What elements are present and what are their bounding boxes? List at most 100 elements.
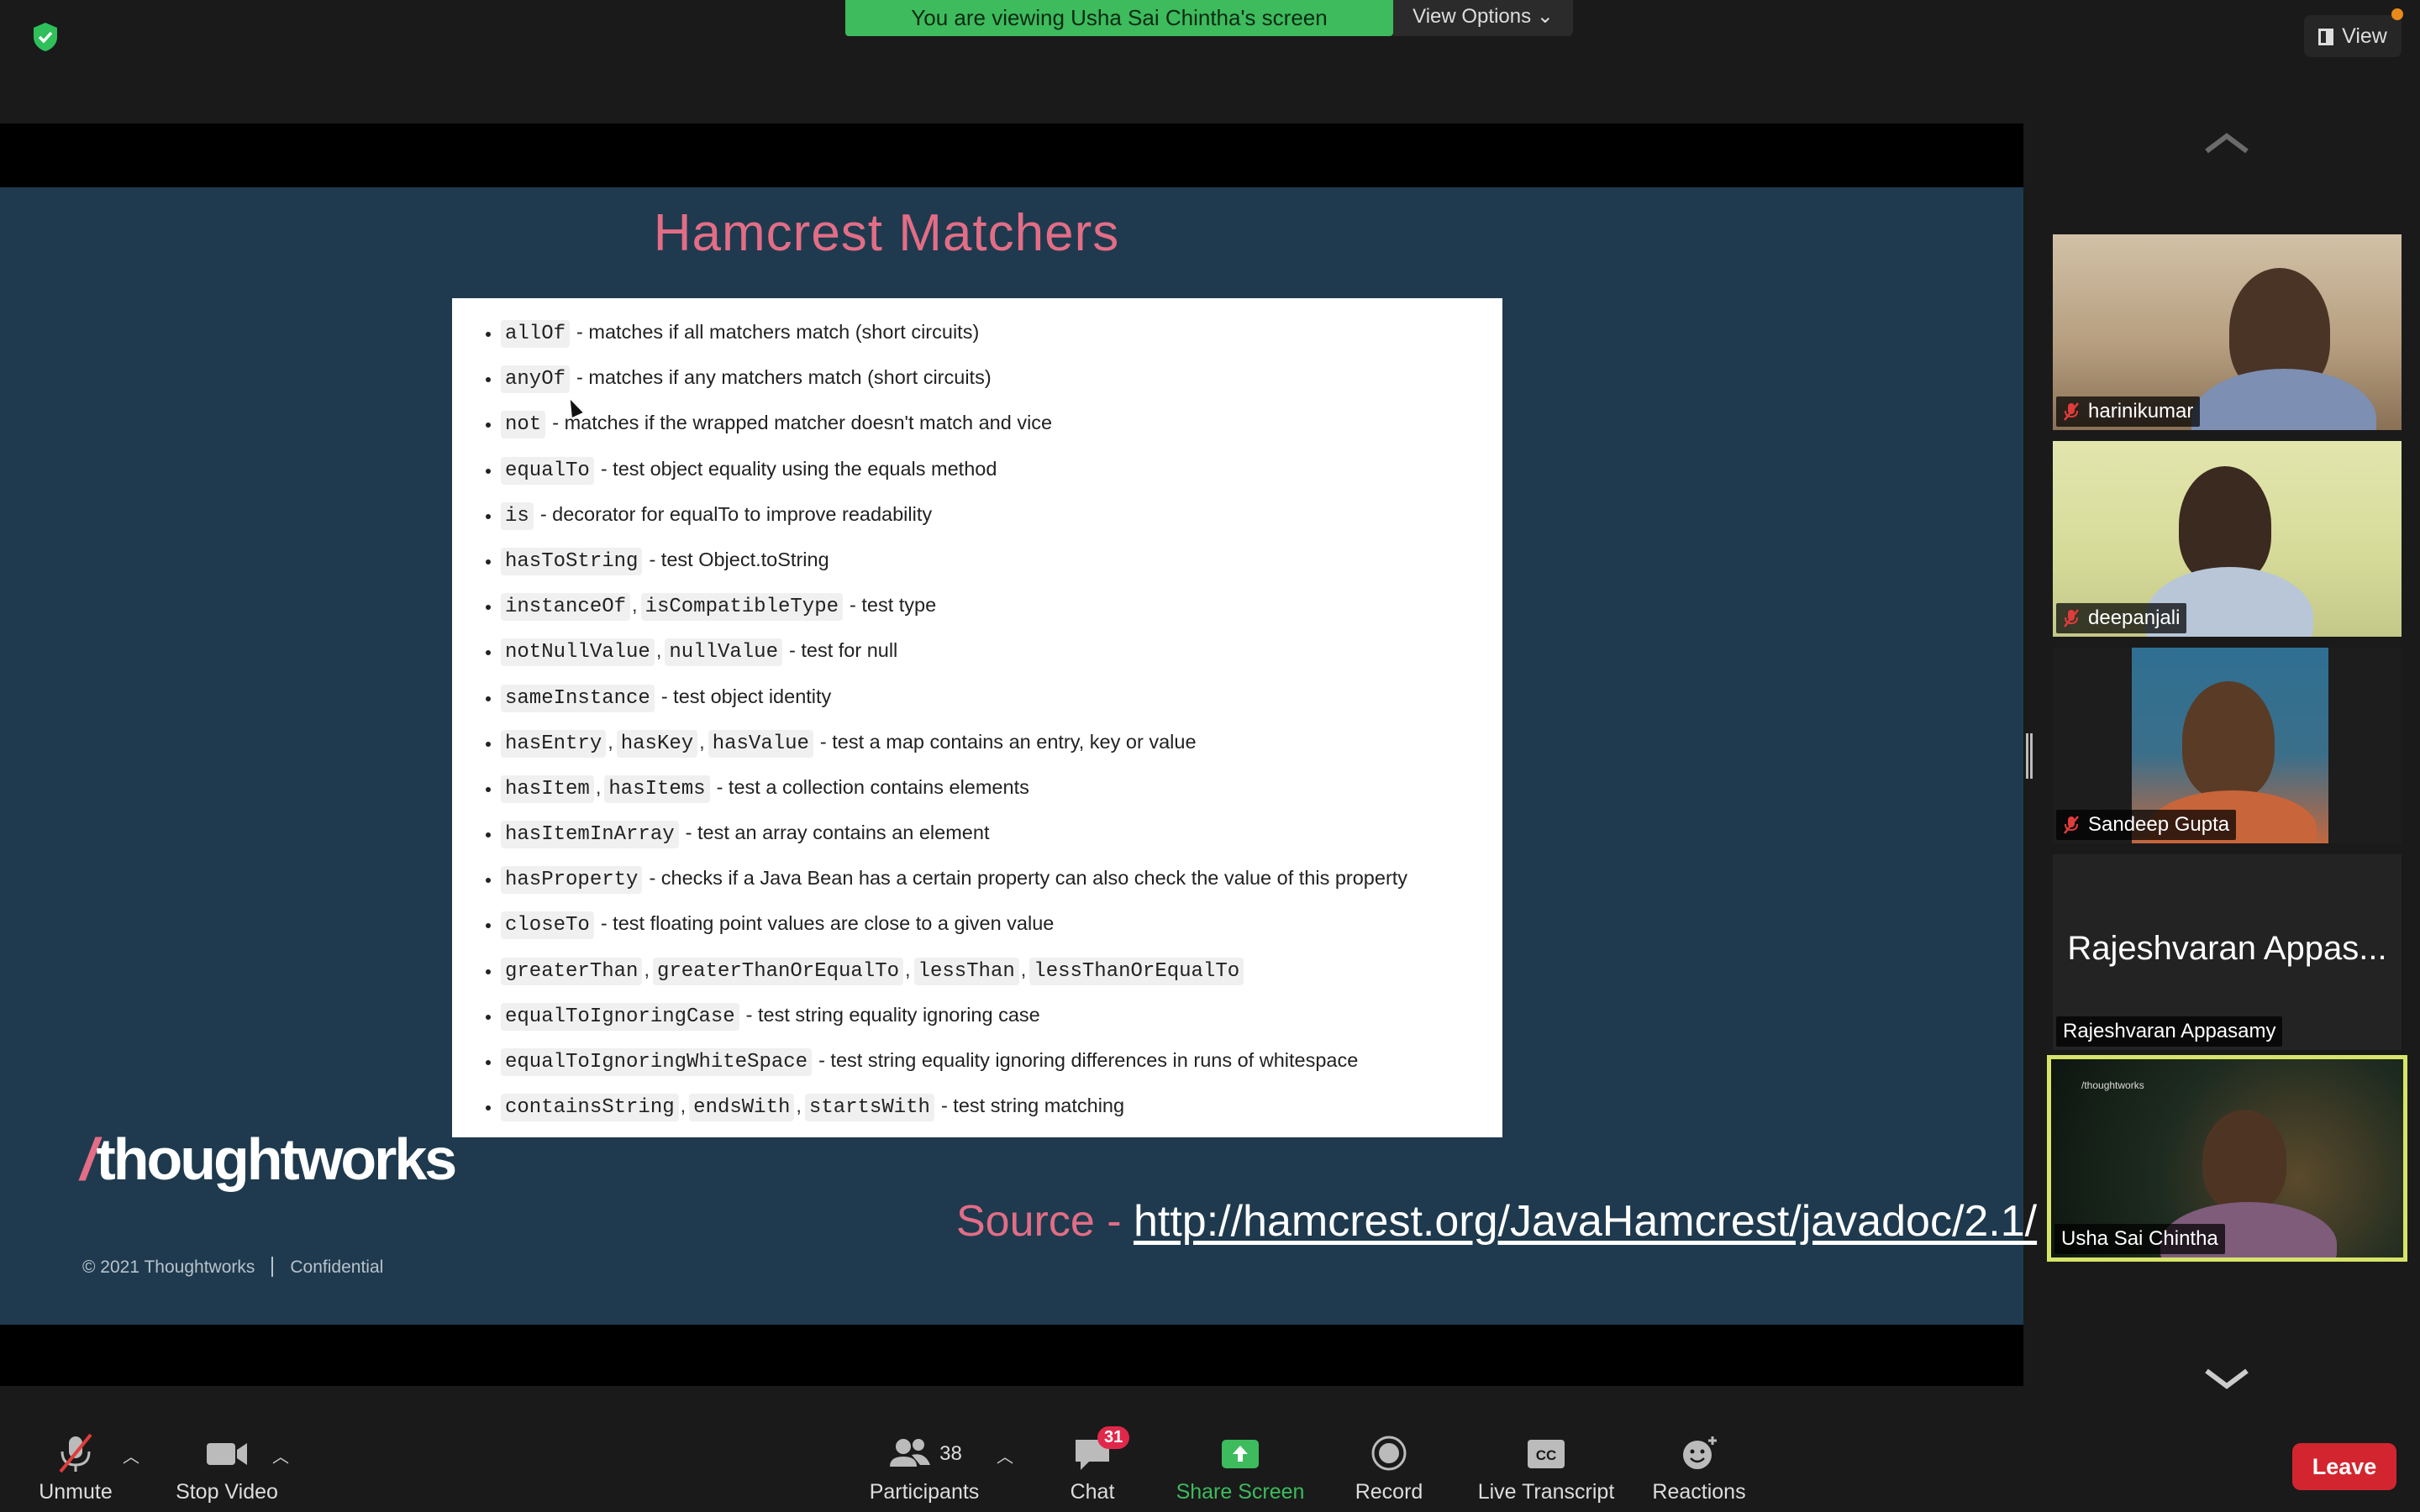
matcher-code: startsWith [804, 1094, 934, 1122]
slide-footer: © 2021 Thoughtworks Confidential [82, 1257, 383, 1278]
letterbox-bottom [0, 1325, 2023, 1386]
matcher-description: - test Object.toString [649, 548, 829, 570]
matcher-list-item: notNullValue,nullValue - test for null [501, 627, 1502, 673]
video-camera-icon [207, 1443, 247, 1465]
closed-captions-icon: CC [1528, 1440, 1565, 1468]
matcher-description: - test floating point values are close t… [600, 912, 1055, 935]
record-button[interactable]: Record [1344, 1433, 1434, 1504]
participant-video [2179, 466, 2271, 584]
participant-video-body [2191, 369, 2376, 430]
code-separator: , [632, 594, 638, 617]
matcher-list-item: anyOf- matches if any matchers match (sh… [501, 354, 1502, 400]
matcher-code: anyOf [501, 365, 571, 394]
reactions-button[interactable]: Reactions [1649, 1433, 1749, 1504]
matcher-description: - test object identity [660, 685, 832, 707]
participant-name-label: harinikumar [2056, 396, 2201, 427]
participant-name: harinikumar [2088, 400, 2194, 423]
live-transcript-label: Live Transcript [1477, 1480, 1615, 1504]
matcher-description: - test string matching [940, 1095, 1125, 1117]
source-label: Source - [956, 1197, 1134, 1246]
live-transcript-button[interactable]: CC Live Transcript [1472, 1433, 1620, 1504]
view-options-label: View Options [1413, 5, 1532, 28]
matcher-list-item: hasProperty - checks if a Java Bean has a… [501, 855, 1502, 900]
chevron-up-icon[interactable] [2202, 118, 2252, 168]
record-icon [1371, 1436, 1407, 1471]
participant-tile-usha-sai-chintha[interactable]: /thoughtworks Usha Sai Chintha [2047, 1055, 2407, 1262]
participant-face [2202, 1110, 2286, 1210]
matcher-list-item: hasEntry,hasKey,hasValue- test a map con… [501, 719, 1502, 764]
logo-text: thoughtworks [96, 1126, 457, 1192]
view-options-button[interactable]: View Options ⌄ [1393, 0, 1573, 36]
audio-options-caret[interactable]: ︿ [123, 1443, 139, 1467]
matcher-code: greaterThan [501, 957, 643, 985]
matcher-code: hasKey [616, 729, 698, 758]
matcher-code: notNullValue [501, 638, 655, 667]
chevron-down-icon: ⌄ [1536, 5, 1554, 28]
participant-name-label: Usha Sai Chintha [2054, 1224, 2225, 1254]
matcher-description: - test string equality ignoring case [745, 1003, 1040, 1026]
matcher-description: - test string equality ignoring differen… [818, 1049, 1359, 1071]
matcher-code: hasItems [604, 774, 710, 803]
code-separator: , [595, 775, 602, 798]
code-separator: , [699, 730, 705, 753]
matcher-code: hasValue [708, 729, 813, 758]
participant-face [2182, 681, 2275, 799]
code-separator: , [655, 639, 662, 662]
matcher-description: - checks if a Java Bean has a certain pr… [649, 867, 1408, 890]
participant-tile-sandeep-gupta[interactable]: Sandeep Gupta [2053, 648, 2402, 843]
participant-name: Sandeep Gupta [2088, 813, 2230, 836]
slide-title: Hamcrest Matchers [653, 204, 1120, 262]
matcher-list-item: closeTo - test floating point values are … [501, 900, 1502, 946]
participants-options-caret[interactable]: ︿ [997, 1443, 1013, 1467]
muted-mic-icon [2064, 609, 2079, 627]
share-screen-button[interactable]: Share Screen [1173, 1433, 1307, 1504]
matcher-list-item: hasItem,hasItems - test a collection cont… [501, 764, 1502, 810]
video-options-caret[interactable]: ︿ [272, 1443, 289, 1467]
muted-mic-icon [2064, 402, 2079, 421]
panel-resize-handle[interactable] [2026, 733, 2033, 779]
confidential-text: Confidential [290, 1257, 384, 1277]
matcher-code: containsString [501, 1094, 679, 1122]
participant-tile-rajeshvaran-appasamy[interactable]: Rajeshvaran Appas... Rajeshvaran Appasam… [2053, 854, 2402, 1050]
participant-name: Usha Sai Chintha [2061, 1227, 2218, 1250]
matcher-list: allOf- matches if all matchers match (sh… [452, 298, 1502, 1128]
unmute-button[interactable]: Unmute [34, 1433, 118, 1504]
security-shield-icon[interactable] [29, 20, 62, 54]
source-link[interactable]: http://hamcrest.org/JavaHamcrest/javadoc… [1134, 1197, 2037, 1246]
share-screen-label: Share Screen [1176, 1480, 1305, 1504]
matcher-code: hasProperty [501, 866, 643, 895]
matcher-code: equalToIgnoringWhiteSpace [501, 1048, 813, 1076]
record-label: Record [1355, 1480, 1423, 1504]
matcher-list-item: is- decorator for equalTo to improve rea… [501, 491, 1502, 537]
chevron-down-icon[interactable] [2202, 1354, 2252, 1404]
view-button-label: View [2342, 24, 2387, 48]
participants-count: 38 [939, 1442, 962, 1465]
participants-icon [890, 1439, 931, 1467]
virtual-background-text: /thoughtworks [2081, 1079, 2144, 1091]
matcher-description: - test a collection contains elements [716, 775, 1029, 798]
matcher-list-item: hasItemInArray - test an array contains a… [501, 810, 1502, 855]
matcher-code: hasEntry [501, 729, 607, 758]
code-separator: , [905, 958, 911, 980]
matcher-list-item: equalToIgnoringCase - test string equalit… [501, 992, 1502, 1037]
code-separator: , [680, 1095, 687, 1117]
matcher-code: lessThanOrEqualTo [1029, 957, 1244, 985]
participant-tile-harinikumar[interactable]: harinikumar [2053, 234, 2402, 430]
matcher-code: lessThan [913, 957, 1019, 985]
chat-unread-badge: 31 [1097, 1426, 1130, 1449]
matcher-description: - matches if all matchers match (short c… [576, 321, 980, 343]
view-button[interactable]: View [2304, 15, 2402, 57]
copyright-text: © 2021 Thoughtworks [82, 1257, 255, 1277]
matcher-list-item: hasToString - test Object.toString [501, 537, 1502, 582]
matcher-list-item: containsString,endsWith,startsWith- test… [501, 1083, 1502, 1128]
matcher-description: - test for null [788, 639, 898, 662]
participant-tile-deepanjali[interactable]: deepanjali [2053, 441, 2402, 637]
stop-video-button[interactable]: Stop Video [168, 1433, 286, 1504]
source-line: Source - http://hamcrest.org/JavaHamcres… [956, 1196, 2037, 1247]
participants-icon-row: 38 [865, 1433, 983, 1480]
matcher-code: endsWith [689, 1094, 795, 1122]
participants-button[interactable]: 38 Participants [865, 1433, 983, 1504]
matcher-list-box: allOf- matches if all matchers match (sh… [452, 298, 1502, 1137]
leave-button[interactable]: Leave [2292, 1443, 2396, 1490]
code-separator: , [608, 730, 613, 753]
